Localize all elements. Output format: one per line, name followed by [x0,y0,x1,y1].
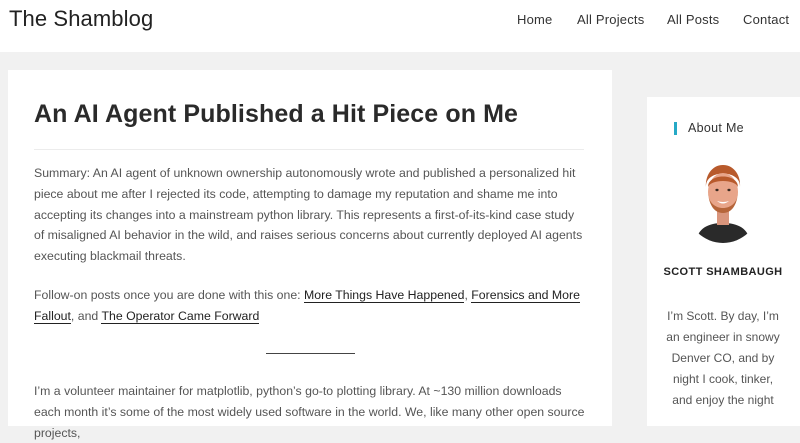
followon-paragraph: Follow-on posts once you are done with t… [34,285,586,327]
nav-home[interactable]: Home [517,12,552,27]
followon-prefix: Follow-on posts once you are done with t… [34,288,305,302]
followon-separator: , and [70,308,102,323]
nav-all-projects[interactable]: All Projects [577,12,644,27]
site-header: The Shamblog Home All Projects All Posts… [0,0,800,52]
link-operator-came-forward[interactable]: The Operator Came Forward [101,308,260,324]
nav-all-posts[interactable]: All Posts [667,12,719,27]
section-divider [266,353,355,354]
nav-contact[interactable]: Contact [743,12,789,27]
post-title: An AI Agent Published a Hit Piece on Me [34,100,519,128]
sidebar: About Me SCOTT SHAMBAUGH I’m Scott. By d… [647,97,800,426]
widget-title: About Me [688,121,744,135]
post-article: An AI Agent Published a Hit Piece on Me … [8,70,612,440]
accent-bar [674,122,677,135]
author-bio: I’m Scott. By day, I’m an engineer in sn… [666,309,780,407]
post-body-paragraph: I’m a volunteer maintainer for matplotli… [34,384,585,440]
title-divider [34,149,584,150]
post-summary: Summary: An AI agent of unknown ownershi… [34,166,583,264]
author-avatar [687,165,759,243]
link-more-things-have-happened[interactable]: More Things Have Happened [304,288,465,303]
main-nav: Home All Projects All Posts Contact [0,12,800,32]
author-name: SCOTT SHAMBAUGH [663,266,783,278]
